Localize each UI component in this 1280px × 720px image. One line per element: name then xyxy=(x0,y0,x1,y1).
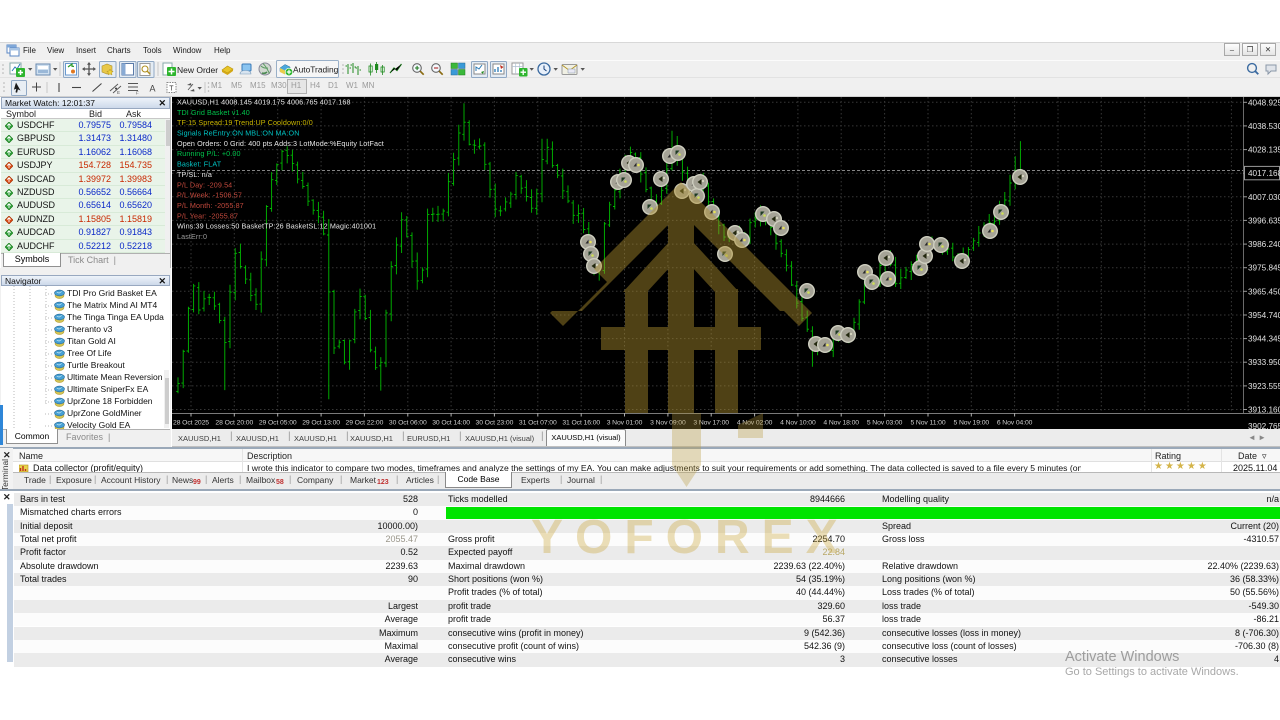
svg-text:5 Nov 03:00: 5 Nov 03:00 xyxy=(867,420,903,427)
svg-text:LastErr:0: LastErr:0 xyxy=(177,232,207,241)
svg-text:TDI Grid Basket v1.40: TDI Grid Basket v1.40 xyxy=(177,108,250,117)
svg-text:TF:15 Spread:19 Trend:UP Co: TF:15 Spread:19 Trend:UP Cooldown:0/0 xyxy=(177,118,313,127)
svg-text:6 Nov 04:00: 6 Nov 04:00 xyxy=(997,420,1033,427)
svg-text:4 Nov 02:00: 4 Nov 02:00 xyxy=(737,420,773,427)
svg-text:4038.530: 4038.530 xyxy=(1248,122,1280,131)
svg-text:P/L Month: -2055.87: P/L Month: -2055.87 xyxy=(177,201,244,210)
svg-text:3913.160: 3913.160 xyxy=(1248,406,1280,415)
svg-text:28 Oct 20:00: 28 Oct 20:00 xyxy=(215,420,253,427)
svg-text:3 Nov 17:00: 3 Nov 17:00 xyxy=(693,420,729,427)
svg-text:3923.555: 3923.555 xyxy=(1248,382,1280,391)
svg-text:4 Nov 18:00: 4 Nov 18:00 xyxy=(823,420,859,427)
svg-text:F: F xyxy=(136,91,139,96)
svg-text:New Order: New Order xyxy=(177,65,218,75)
svg-text:30 Oct 06:00: 30 Oct 06:00 xyxy=(389,420,427,427)
svg-text:E: E xyxy=(117,90,120,95)
svg-text:29 Oct 05:00: 29 Oct 05:00 xyxy=(259,420,297,427)
svg-text:T: T xyxy=(169,86,174,93)
svg-text:TP/SL: n/a: TP/SL: n/a xyxy=(177,170,212,179)
svg-text:5 Nov 19:00: 5 Nov 19:00 xyxy=(954,420,990,427)
svg-text:3954.740: 3954.740 xyxy=(1248,311,1280,320)
svg-text:P/L Year: -2055.87: P/L Year: -2055.87 xyxy=(177,211,238,220)
svg-text:4028.135: 4028.135 xyxy=(1248,146,1280,155)
svg-text:30 Oct 23:00: 30 Oct 23:00 xyxy=(476,420,514,427)
svg-text:Running P/L: +0.00: Running P/L: +0.00 xyxy=(177,149,241,158)
svg-text:Wins:39 Losses:50 BasketTP:2: Wins:39 Losses:50 BasketTP:26 BasketSL:1… xyxy=(177,222,376,231)
svg-text:4017.168: 4017.168 xyxy=(1248,169,1280,178)
svg-text:3965.450: 3965.450 xyxy=(1248,287,1280,296)
svg-text:Signals ReEntry:ON MBL:ON M: Signals ReEntry:ON MBL:ON MA:ON xyxy=(177,129,300,138)
svg-text:P/L Week: -1506.57: P/L Week: -1506.57 xyxy=(177,191,242,200)
svg-text:Open Orders: 0 Grid: 400 pts: Open Orders: 0 Grid: 400 pts Adds:3 LotM… xyxy=(177,139,384,148)
svg-text:4 Nov 10:00: 4 Nov 10:00 xyxy=(780,420,816,427)
svg-text:4048.925: 4048.925 xyxy=(1248,98,1280,107)
svg-text:3 Nov 01:00: 3 Nov 01:00 xyxy=(607,420,643,427)
svg-text:AutoTrading: AutoTrading xyxy=(293,65,339,75)
svg-text:3986.240: 3986.240 xyxy=(1248,240,1280,249)
svg-text:3996.635: 3996.635 xyxy=(1248,216,1280,225)
svg-text:3 Nov 09:00: 3 Nov 09:00 xyxy=(650,420,686,427)
svg-text:3975.845: 3975.845 xyxy=(1248,264,1280,273)
svg-text:3933.950: 3933.950 xyxy=(1248,358,1280,367)
svg-text:P/L Day: -209.54: P/L Day: -209.54 xyxy=(177,180,232,189)
svg-text:4007.030: 4007.030 xyxy=(1248,193,1280,202)
svg-text:29 Oct 22:00: 29 Oct 22:00 xyxy=(346,420,384,427)
svg-text:31 Oct 16:00: 31 Oct 16:00 xyxy=(562,420,600,427)
svg-text:Basket: FLAT: Basket: FLAT xyxy=(177,160,222,169)
svg-text:31 Oct 07:00: 31 Oct 07:00 xyxy=(519,420,557,427)
svg-text:3902.765: 3902.765 xyxy=(1248,422,1280,429)
svg-text:3944.345: 3944.345 xyxy=(1248,335,1280,344)
svg-text:28 Oct 2025: 28 Oct 2025 xyxy=(173,420,209,427)
svg-text:5 Nov 11:00: 5 Nov 11:00 xyxy=(910,420,945,427)
svg-text:XAUUSD,H1 4008.145 4019.175 4: XAUUSD,H1 4008.145 4019.175 4006.765 401… xyxy=(177,98,351,107)
svg-text:A: A xyxy=(150,84,156,94)
svg-text:30 Oct 14:00: 30 Oct 14:00 xyxy=(432,420,470,427)
svg-text:29 Oct 13:00: 29 Oct 13:00 xyxy=(302,420,340,427)
